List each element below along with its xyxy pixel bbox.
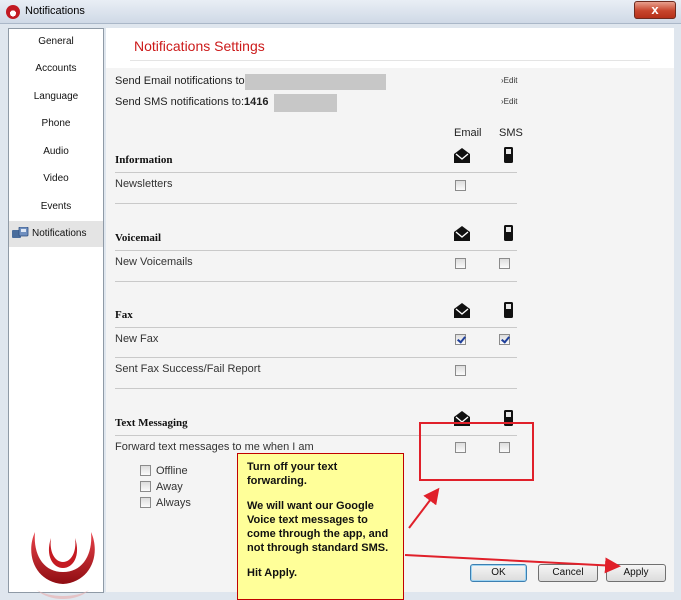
section-title: Voicemail xyxy=(115,232,162,244)
sidebar-item-language[interactable]: Language xyxy=(9,84,103,110)
new-voicemails-label: New Voicemails xyxy=(115,256,193,268)
sidebar-item-events[interactable]: Events xyxy=(9,194,103,220)
forward-text-label: Forward text messages to me when I am xyxy=(115,441,314,453)
callout-line-1: Turn off your text forwarding. xyxy=(247,461,338,487)
sms-destination-label: Send SMS notifications to: xyxy=(115,96,245,108)
always-label: Always xyxy=(156,497,191,509)
apply-button[interactable]: Apply xyxy=(606,564,666,582)
cancel-button[interactable]: Cancel xyxy=(538,564,598,582)
email-column-header: Email xyxy=(454,127,482,139)
email-destination-label: Send Email notifications to: xyxy=(115,75,248,87)
app-icon xyxy=(6,5,20,19)
settings-sidebar: General Accounts Language Phone Audio Vi… xyxy=(8,28,104,599)
redacted-phone xyxy=(274,94,337,112)
section-divider xyxy=(115,327,517,328)
mobile-phone-icon xyxy=(504,147,513,163)
sidebar-item-general[interactable]: General xyxy=(9,29,103,55)
envelope-icon xyxy=(454,303,470,318)
voicemail-sms-checkbox[interactable] xyxy=(499,258,510,269)
callout-line-2: We will want our Google Voice text messa… xyxy=(247,500,389,554)
offline-checkbox[interactable] xyxy=(140,465,151,476)
row-divider xyxy=(115,357,517,358)
sidebar-item-notifications[interactable]: Notifications xyxy=(9,221,103,247)
fax-report-label: Sent Fax Success/Fail Report xyxy=(115,363,261,375)
new-fax-sms-checkbox[interactable] xyxy=(499,334,510,345)
checkbox-highlight-box xyxy=(419,422,534,481)
row-divider xyxy=(115,388,517,389)
edit-sms-link[interactable]: ›Edit xyxy=(501,97,517,106)
away-label: Away xyxy=(156,481,183,493)
section-title: Text Messaging xyxy=(115,417,188,429)
new-fax-email-checkbox[interactable] xyxy=(455,334,466,345)
ok-button[interactable]: OK xyxy=(470,564,527,582)
close-button[interactable]: x xyxy=(634,1,676,19)
sidebar-item-audio[interactable]: Audio xyxy=(9,139,103,165)
offline-label: Offline xyxy=(156,465,188,477)
instruction-callout: Turn off your text forwarding. We will w… xyxy=(237,453,404,600)
section-divider xyxy=(115,250,517,251)
away-checkbox[interactable] xyxy=(140,481,151,492)
sidebar-item-video[interactable]: Video xyxy=(9,166,103,192)
window-titlebar: Notifications x xyxy=(0,0,681,24)
page-title: Notifications Settings xyxy=(134,38,265,54)
callout-line-3: Hit Apply. xyxy=(247,567,298,579)
notifications-icon xyxy=(12,227,29,238)
edit-email-link[interactable]: ›Edit xyxy=(501,76,517,85)
envelope-icon xyxy=(454,148,470,163)
sidebar-item-accounts[interactable]: Accounts xyxy=(9,56,103,82)
redacted-email xyxy=(245,74,386,90)
sms-number: 1416 xyxy=(244,96,269,108)
newsletters-email-checkbox[interactable] xyxy=(455,180,466,191)
brand-logo xyxy=(31,532,95,599)
row-divider xyxy=(115,281,517,282)
section-title: Information xyxy=(115,154,173,166)
always-checkbox[interactable] xyxy=(140,497,151,508)
mobile-phone-icon xyxy=(504,225,513,241)
new-fax-label: New Fax xyxy=(115,333,159,345)
envelope-icon xyxy=(454,226,470,241)
sms-column-header: SMS xyxy=(499,127,523,139)
voicemail-email-checkbox[interactable] xyxy=(455,258,466,269)
section-title: Fax xyxy=(115,309,133,321)
fax-report-email-checkbox[interactable] xyxy=(455,365,466,376)
row-divider xyxy=(115,203,517,204)
mobile-phone-icon xyxy=(504,302,513,318)
section-divider xyxy=(115,172,517,173)
sidebar-item-phone[interactable]: Phone xyxy=(9,111,103,137)
sidebar-item-label: Notifications xyxy=(32,228,87,239)
title-divider xyxy=(130,60,650,61)
newsletters-label: Newsletters xyxy=(115,178,173,190)
window-title: Notifications xyxy=(25,5,85,17)
